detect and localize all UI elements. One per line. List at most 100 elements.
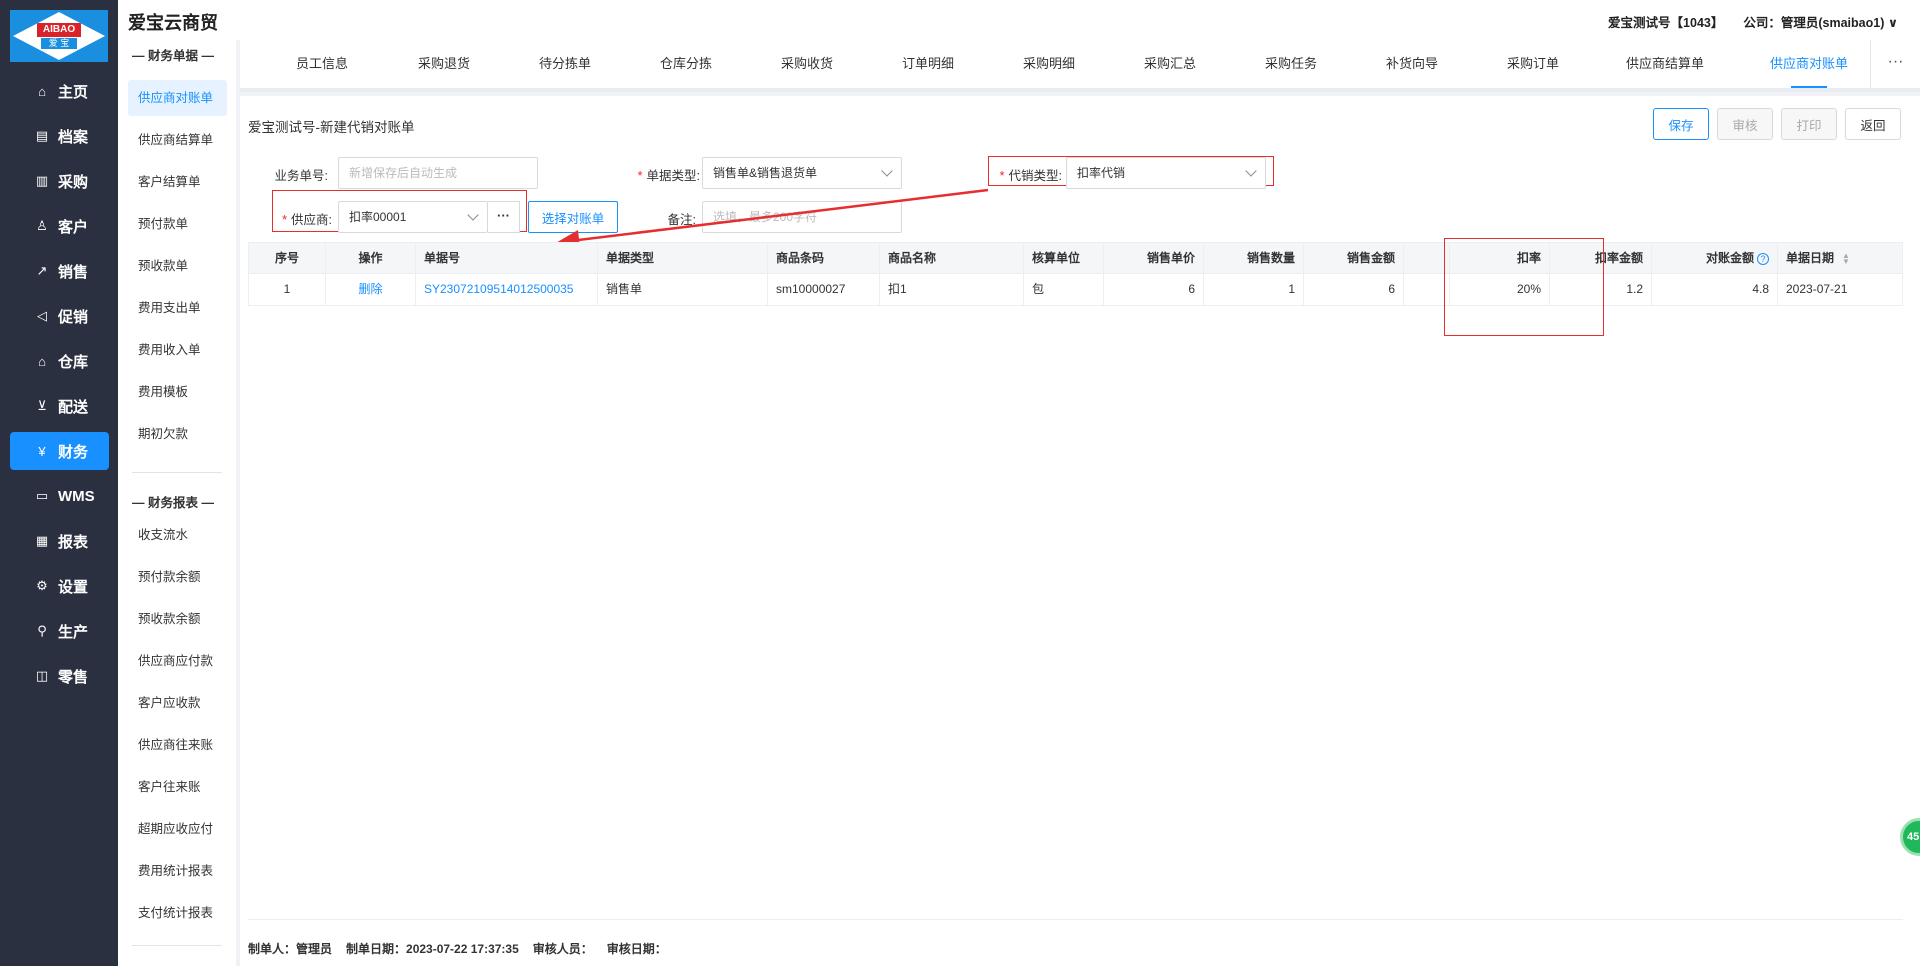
sidebar-item-docs-5[interactable]: 费用支出单 — [128, 290, 227, 326]
nav-item-7[interactable]: ⊻ 配送 — [10, 387, 109, 425]
sales-chart-icon: ↗ — [36, 263, 48, 278]
sidebar-group-docs: — 财务单据 — — [132, 49, 214, 63]
tab-0[interactable]: 员工信息 — [267, 40, 377, 88]
sidebar-item-reports-3[interactable]: 供应商应付款 — [128, 643, 227, 679]
column-header-1: 操作 — [326, 243, 416, 273]
doc-number-link[interactable]: SY23072109514012500035 — [416, 274, 598, 305]
sidebar-item-docs-0[interactable]: 供应商对账单 — [128, 80, 227, 116]
tab-7[interactable]: 采购汇总 — [1115, 40, 1225, 88]
sidebar-item-docs-7[interactable]: 费用模板 — [128, 374, 227, 410]
help-icon[interactable]: ? — [1757, 252, 1769, 265]
logo-brand: AIBAO — [36, 23, 82, 37]
nav-item-4[interactable]: ↗ 销售 — [10, 252, 109, 290]
save-button[interactable]: 保存 — [1653, 108, 1709, 140]
sidebar-item-docs-2[interactable]: 客户结算单 — [128, 164, 227, 200]
sidebar-item-reports-6[interactable]: 客户往来账 — [128, 769, 227, 805]
column-header-13: 对账金额? — [1652, 243, 1778, 273]
sidebar-item-reports-9[interactable]: 支付统计报表 — [128, 895, 227, 931]
nav-item-3[interactable]: ♙ 客户 — [10, 207, 109, 245]
tab-8[interactable]: 采购任务 — [1236, 40, 1346, 88]
bizno-label: 业务单号: — [274, 169, 328, 183]
sidebar-item-docs-8[interactable]: 期初欠款 — [128, 416, 227, 452]
tab-5[interactable]: 订单明细 — [873, 40, 983, 88]
column-header-5: 商品名称 — [880, 243, 1024, 273]
tabs-more-button[interactable]: ··· — [1870, 40, 1920, 88]
back-button[interactable]: 返回 — [1845, 108, 1901, 140]
tab-4[interactable]: 采购收货 — [752, 40, 862, 88]
nav-item-label: 仓库 — [58, 353, 89, 371]
nav-item-label: 设置 — [58, 578, 89, 596]
sidebar-item-reports-8[interactable]: 费用统计报表 — [128, 853, 227, 889]
warehouse-icon: ⌂ — [38, 353, 46, 369]
page-title: 爱宝测试号-新建代销对账单 — [248, 120, 415, 135]
table-cell: 6 — [1104, 274, 1204, 305]
finance-icon: ¥ — [38, 443, 46, 459]
nav-item-label: WMS — [58, 487, 95, 505]
nav-item-1[interactable]: ▤ 档案 — [10, 117, 109, 155]
delete-row-link[interactable]: 删除 — [326, 274, 416, 305]
tab-6[interactable]: 采购明细 — [994, 40, 1104, 88]
chevron-down-icon — [1245, 165, 1257, 177]
table-cell: 包 — [1024, 274, 1104, 305]
nav-item-13[interactable]: ◫ 零售 — [10, 657, 109, 695]
sidebar-item-docs-4[interactable]: 预收款单 — [128, 248, 227, 284]
retail-bag-icon: ◫ — [35, 668, 49, 683]
sidebar-group-reports: — 财务报表 — — [132, 496, 214, 510]
maker-text: 制单人：管理员 — [248, 942, 333, 956]
floating-badge[interactable]: 45 — [1900, 818, 1920, 856]
table-cell: 2023-07-21 — [1778, 274, 1903, 305]
sidebar-item-reports-5[interactable]: 供应商往来账 — [128, 727, 227, 763]
nav-item-6[interactable]: ⌂ 仓库 — [10, 342, 109, 380]
tab-9[interactable]: 补货向导 — [1357, 40, 1467, 88]
purchase-icon: ▥ — [35, 173, 49, 188]
sidebar-item-reports-0[interactable]: 收支流水 — [128, 517, 227, 553]
nav-item-8[interactable]: ¥ 财务 — [10, 432, 109, 470]
column-header-7: 销售单价 — [1104, 243, 1204, 273]
column-header-2: 单据号 — [416, 243, 598, 273]
chevron-down-icon — [881, 165, 893, 177]
consign-type-select[interactable]: 扣率代销 — [1066, 157, 1266, 189]
supplier-select[interactable]: 扣率00001 — [338, 201, 488, 233]
sidebar-item-docs-1[interactable]: 供应商结算单 — [128, 122, 227, 158]
nav-item-2[interactable]: ▥ 采购 — [10, 162, 109, 200]
supplier-more-button[interactable]: ··· — [488, 201, 520, 233]
sidebar-item-reports-4[interactable]: 客户应收款 — [128, 685, 227, 721]
bizno-input[interactable]: 新增保存后自动生成 — [338, 157, 538, 189]
sidebar-item-reports-1[interactable]: 预付款余额 — [128, 559, 227, 595]
sidebar-item-reports-2[interactable]: 预收款余额 — [128, 601, 227, 637]
tab-1[interactable]: 采购退货 — [389, 40, 499, 88]
nav-item-label: 零售 — [58, 668, 89, 686]
nav-item-10[interactable]: ▦ 报表 — [10, 522, 109, 560]
tab-bar: 员工信息 采购退货 待分拣单 仓库分拣 采购收货 订单明细 采购明细 采购汇总 采购任务 补货向导… — [240, 40, 1920, 92]
tab-2[interactable]: 待分拣单 — [510, 40, 620, 88]
nav-item-9[interactable]: ▭ WMS — [10, 477, 109, 515]
sidebar-item-docs-3[interactable]: 预付款单 — [128, 206, 227, 242]
tab-12[interactable]: 供应商对账单 — [1754, 40, 1864, 88]
home-icon: ⌂ — [38, 83, 46, 99]
nav-item-label: 促销 — [58, 308, 89, 326]
sort-icon[interactable]: ▲ ▼ — [1842, 251, 1850, 265]
audit-button[interactable]: 审核 — [1717, 108, 1773, 140]
nav-item-0[interactable]: ⌂ 主页 — [10, 72, 109, 110]
doc-footer: 制单人：管理员 制单日期：2023-07-22 17:37:35 审核人员： 审… — [248, 940, 667, 957]
column-header-3: 单据类型 — [598, 243, 768, 273]
tab-11[interactable]: 供应商结算单 — [1610, 40, 1720, 88]
sidebar-item-reports-7[interactable]: 超期应收应付 — [128, 811, 227, 847]
table-cell: sm10000027 — [768, 274, 880, 305]
gear-icon: ⚙ — [36, 578, 48, 593]
sidebar-item-docs-6[interactable]: 费用收入单 — [128, 332, 227, 368]
nav-item-12[interactable]: ⚲ 生产 — [10, 612, 109, 650]
logo-sub: 爱 宝 — [40, 38, 78, 49]
nav-item-11[interactable]: ⚙ 设置 — [10, 567, 109, 605]
tab-3[interactable]: 仓库分拣 — [631, 40, 741, 88]
nav-item-label: 生产 — [58, 623, 89, 641]
nav-item-label: 客户 — [58, 218, 89, 236]
production-icon: ⚲ — [37, 623, 47, 638]
chevron-down-icon: ∨ — [1887, 16, 1898, 30]
doctype-select[interactable]: 销售单&销售退货单 — [702, 157, 902, 189]
tab-10[interactable]: 采购订单 — [1478, 40, 1588, 88]
column-header-9: 销售金额 — [1304, 243, 1404, 273]
print-button[interactable]: 打印 — [1781, 108, 1837, 140]
company-dropdown[interactable]: 公司：管理员(smaibao1) ∨ — [1743, 12, 1898, 31]
nav-item-5[interactable]: ◁ 促销 — [10, 297, 109, 335]
